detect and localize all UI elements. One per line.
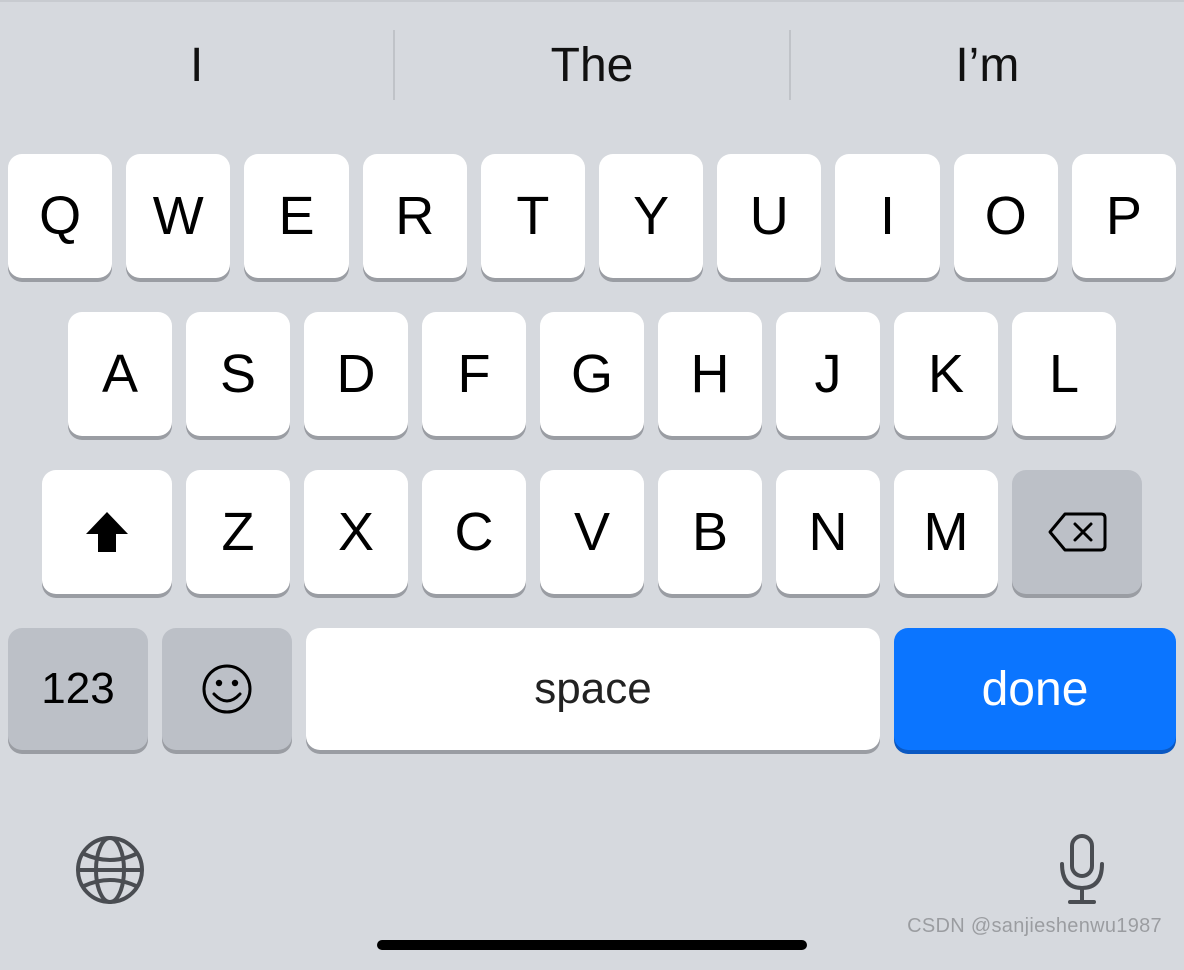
key-x[interactable]: X: [304, 470, 408, 594]
key-l[interactable]: L: [1012, 312, 1116, 436]
key-q[interactable]: Q: [8, 154, 112, 278]
key-row-3: Z X C V B N M: [8, 470, 1176, 594]
key-y[interactable]: Y: [599, 154, 703, 278]
bottom-row: [72, 830, 1112, 910]
key-v[interactable]: V: [540, 470, 644, 594]
key-s[interactable]: S: [186, 312, 290, 436]
space-key[interactable]: space: [306, 628, 880, 750]
key-c[interactable]: C: [422, 470, 526, 594]
key-b[interactable]: B: [658, 470, 762, 594]
suggestion-bar: I The I’m: [0, 2, 1184, 128]
key-h[interactable]: H: [658, 312, 762, 436]
key-p[interactable]: P: [1072, 154, 1176, 278]
home-indicator[interactable]: [377, 940, 807, 950]
ios-keyboard: I The I’m Q W E R T Y U I O P A S D F G …: [0, 0, 1184, 970]
globe-icon[interactable]: [72, 832, 148, 908]
key-u[interactable]: U: [717, 154, 821, 278]
key-i[interactable]: I: [835, 154, 939, 278]
microphone-icon[interactable]: [1052, 830, 1112, 910]
key-m[interactable]: M: [894, 470, 998, 594]
suggestion-1[interactable]: I: [0, 38, 393, 93]
key-d[interactable]: D: [304, 312, 408, 436]
suggestion-2[interactable]: The: [395, 38, 788, 93]
keys-area: Q W E R T Y U I O P A S D F G H J K L: [8, 154, 1176, 750]
key-g[interactable]: G: [540, 312, 644, 436]
key-t[interactable]: T: [481, 154, 585, 278]
numbers-key[interactable]: 123: [8, 628, 148, 750]
suggestion-3[interactable]: I’m: [791, 38, 1184, 93]
shift-key[interactable]: [42, 470, 172, 594]
key-k[interactable]: K: [894, 312, 998, 436]
key-row-1: Q W E R T Y U I O P: [8, 154, 1176, 278]
key-o[interactable]: O: [954, 154, 1058, 278]
key-a[interactable]: A: [68, 312, 172, 436]
key-r[interactable]: R: [363, 154, 467, 278]
backspace-key[interactable]: [1012, 470, 1142, 594]
key-f[interactable]: F: [422, 312, 526, 436]
done-key[interactable]: done: [894, 628, 1176, 750]
key-n[interactable]: N: [776, 470, 880, 594]
key-z[interactable]: Z: [186, 470, 290, 594]
emoji-icon: [200, 662, 254, 716]
emoji-key[interactable]: [162, 628, 292, 750]
watermark-text: CSDN @sanjieshenwu1987: [907, 915, 1162, 938]
key-row-2: A S D F G H J K L: [8, 312, 1176, 436]
backspace-icon: [1047, 510, 1107, 554]
key-j[interactable]: J: [776, 312, 880, 436]
key-row-4: 123 space done: [8, 628, 1176, 750]
shift-icon: [84, 510, 130, 554]
key-e[interactable]: E: [244, 154, 348, 278]
key-w[interactable]: W: [126, 154, 230, 278]
